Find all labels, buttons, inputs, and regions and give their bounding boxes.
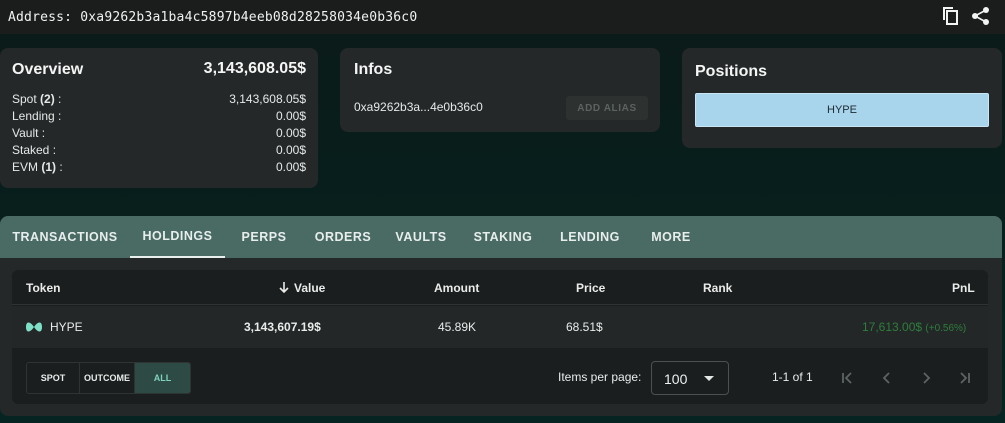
column-header-pnl[interactable]: PnL xyxy=(952,281,975,295)
overview-row-evm: EVM (1) : 0.00$ xyxy=(12,160,306,174)
overview-row-value: 0.00$ xyxy=(275,126,306,140)
overview-total: 3,143,608.05$ xyxy=(203,60,306,77)
filter-outcome[interactable]: OUTCOME xyxy=(79,363,135,393)
overview-row-label: EVM (1) : xyxy=(12,160,63,174)
table-header: Token Value Amount Price Rank PnL xyxy=(12,270,988,305)
items-per-page-select[interactable]: 100 xyxy=(651,361,729,395)
asset-filter-group: SPOT OUTCOME ALL xyxy=(26,362,191,394)
overview-row-label: Spot (2) : xyxy=(12,92,62,106)
hype-token-icon xyxy=(25,320,43,339)
overview-row-label: Staked : xyxy=(12,143,57,157)
positions-card: Positions HYPE xyxy=(682,48,1002,148)
overview-card: Overview 3,143,608.05$ Spot (2) : 3,143,… xyxy=(0,48,318,188)
filter-spot[interactable]: SPOT xyxy=(27,363,79,393)
column-header-rank[interactable]: Rank xyxy=(703,281,732,295)
overview-row-value: 3,143,608.05$ xyxy=(229,92,306,106)
token-amount: 45.89K xyxy=(438,320,477,334)
last-page-icon[interactable] xyxy=(956,369,974,387)
arrow-down-icon xyxy=(279,282,289,294)
items-per-page-value: 100 xyxy=(664,371,688,387)
token-price: 68.51$ xyxy=(566,320,603,334)
first-page-icon[interactable] xyxy=(838,369,856,387)
token-value: 3,143,607.19$ xyxy=(244,320,321,334)
overview-row-value: 0.00$ xyxy=(275,109,306,123)
overview-row-value: 0.00$ xyxy=(275,143,306,157)
tab-staking[interactable]: STAKING xyxy=(466,216,540,258)
positions-title: Positions xyxy=(695,63,768,80)
tab-bar: TRANSACTIONS HOLDINGS PERPS ORDERS VAULT… xyxy=(0,216,1002,258)
infos-title: Infos xyxy=(354,61,393,78)
short-address: 0xa9262b3a...4e0b36c0 xyxy=(354,100,483,114)
token-name: HYPE xyxy=(50,320,83,334)
overview-row-lending: Lending : 0.00$ xyxy=(12,109,306,123)
column-header-price[interactable]: Price xyxy=(576,281,605,295)
share-icon[interactable] xyxy=(971,6,991,26)
address-text: Address: 0xa9262b3a1ba4c5897b4eeb08d2825… xyxy=(8,9,418,25)
tab-more[interactable]: MORE xyxy=(642,216,700,258)
items-per-page-label: Items per page: xyxy=(558,370,642,384)
holdings-table: Token Value Amount Price Rank PnL HYPE 3… xyxy=(12,270,988,404)
infos-card: Infos 0xa9262b3a...4e0b36c0 ADD ALIAS xyxy=(340,48,660,132)
holdings-panel: TRANSACTIONS HOLDINGS PERPS ORDERS VAULT… xyxy=(0,216,1002,416)
overview-row-value: 0.00$ xyxy=(275,160,306,174)
next-page-icon[interactable] xyxy=(917,369,935,387)
address-actions xyxy=(941,6,991,26)
token-pnl-percent: (+0.56%) xyxy=(925,323,967,334)
caret-down-icon xyxy=(704,376,714,381)
column-header-token[interactable]: Token xyxy=(26,281,60,295)
overview-row-label: Vault : xyxy=(12,126,46,140)
tab-vaults[interactable]: VAULTS xyxy=(386,216,456,258)
tab-lending[interactable]: LENDING xyxy=(550,216,630,258)
tab-holdings[interactable]: HOLDINGS xyxy=(130,216,225,258)
token-pnl: 17,613.00$ (+0.56%) xyxy=(862,320,967,334)
filter-all[interactable]: ALL xyxy=(135,363,190,393)
tab-perps[interactable]: PERPS xyxy=(232,216,296,258)
table-row[interactable]: HYPE 3,143,607.19$ 45.89K 68.51$ 17,613.… xyxy=(12,306,988,348)
column-header-amount[interactable]: Amount xyxy=(434,281,479,295)
address-bar: Address: 0xa9262b3a1ba4c5897b4eeb08d2825… xyxy=(0,0,1005,34)
overview-row-staked: Staked : 0.00$ xyxy=(12,143,306,157)
position-chip-hype[interactable]: HYPE xyxy=(695,93,989,127)
add-alias-button[interactable]: ADD ALIAS xyxy=(566,96,648,120)
overview-title: Overview xyxy=(12,61,84,78)
overview-row-label: Lending : xyxy=(12,109,62,123)
tab-transactions[interactable]: TRANSACTIONS xyxy=(0,216,130,258)
copy-icon[interactable] xyxy=(941,6,961,26)
column-header-value[interactable]: Value xyxy=(278,281,325,295)
tab-orders[interactable]: ORDERS xyxy=(306,216,380,258)
previous-page-icon[interactable] xyxy=(878,369,896,387)
overview-row-vault: Vault : 0.00$ xyxy=(12,126,306,140)
pagination-range: 1-1 of 1 xyxy=(772,370,813,384)
overview-row-spot: Spot (2) : 3,143,608.05$ xyxy=(12,92,306,106)
